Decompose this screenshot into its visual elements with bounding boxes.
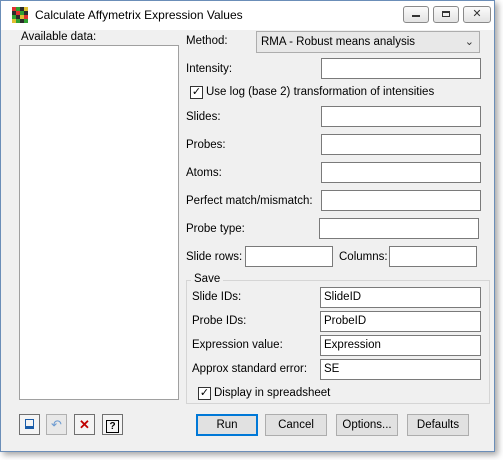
defaults-button[interactable]: Defaults [407,414,469,436]
expression-value-label: Expression value: [192,339,283,351]
options-button[interactable]: Options... [336,414,398,436]
clear-button[interactable]: ✕ [74,414,95,435]
available-data-label: Available data: [21,31,97,43]
expression-value-field[interactable]: Expression [320,335,481,356]
slide-rows-label: Slide rows: [186,251,243,263]
help-icon: ? [106,420,119,433]
probe-ids-label: Probe IDs: [192,315,247,327]
intensity-label: Intensity: [186,63,233,75]
minimize-icon [412,15,420,17]
chevron-down-icon: ⌄ [464,36,474,48]
log-transform-checkbox[interactable]: ✓ [190,86,203,99]
slides-label: Slides: [186,111,221,123]
atoms-label: Atoms: [186,167,222,179]
standard-error-label: Approx standard error: [192,363,308,375]
dialog-window: Calculate Affymetrix Expression Values ✕… [0,0,495,452]
method-value: RMA - Robust means analysis [261,36,416,48]
cancel-button[interactable]: Cancel [265,414,327,436]
perfect-match-label: Perfect match/mismatch: [186,195,313,207]
perfect-match-field[interactable] [321,190,481,211]
app-icon [12,7,28,23]
probe-ids-field[interactable]: ProbeID [320,311,481,332]
clear-icon: ✕ [79,417,90,432]
method-select[interactable]: RMA - Robust means analysis ⌄ [256,31,480,53]
window-title: Calculate Affymetrix Expression Values [35,8,243,22]
help-button[interactable]: ? [102,414,123,435]
log-transform-label: Use log (base 2) transformation of inten… [206,86,435,98]
run-button[interactable]: Run [196,414,258,436]
intensity-field[interactable] [321,58,481,79]
undo-icon: ↶ [51,417,62,432]
close-button[interactable]: ✕ [463,6,491,23]
maximize-button[interactable] [433,6,459,23]
probes-label: Probes: [186,139,226,151]
minimize-button[interactable] [403,6,429,23]
columns-field[interactable] [389,246,477,267]
atoms-field[interactable] [321,162,481,183]
maximize-icon [442,11,450,17]
probe-type-field[interactable] [319,218,479,239]
pin-button[interactable] [19,414,40,435]
close-icon: ✕ [472,8,482,20]
standard-error-field[interactable]: SE [320,359,481,380]
probe-type-label: Probe type: [186,223,245,235]
slide-rows-field[interactable] [245,246,333,267]
display-spreadsheet-checkbox[interactable]: ✓ [198,387,211,400]
probes-field[interactable] [321,134,481,155]
slide-ids-label: Slide IDs: [192,291,242,303]
slides-field[interactable] [321,106,481,127]
display-spreadsheet-label: Display in spreadsheet [214,387,331,399]
method-label: Method: [186,35,228,47]
columns-label: Columns: [339,251,388,263]
available-data-list[interactable] [19,45,179,400]
slide-ids-field[interactable]: SlideID [320,287,481,308]
title-bar: Calculate Affymetrix Expression Values ✕ [1,1,494,30]
undo-button[interactable]: ↶ [46,414,67,435]
pin-icon [25,419,34,429]
save-group-legend: Save [191,273,224,285]
